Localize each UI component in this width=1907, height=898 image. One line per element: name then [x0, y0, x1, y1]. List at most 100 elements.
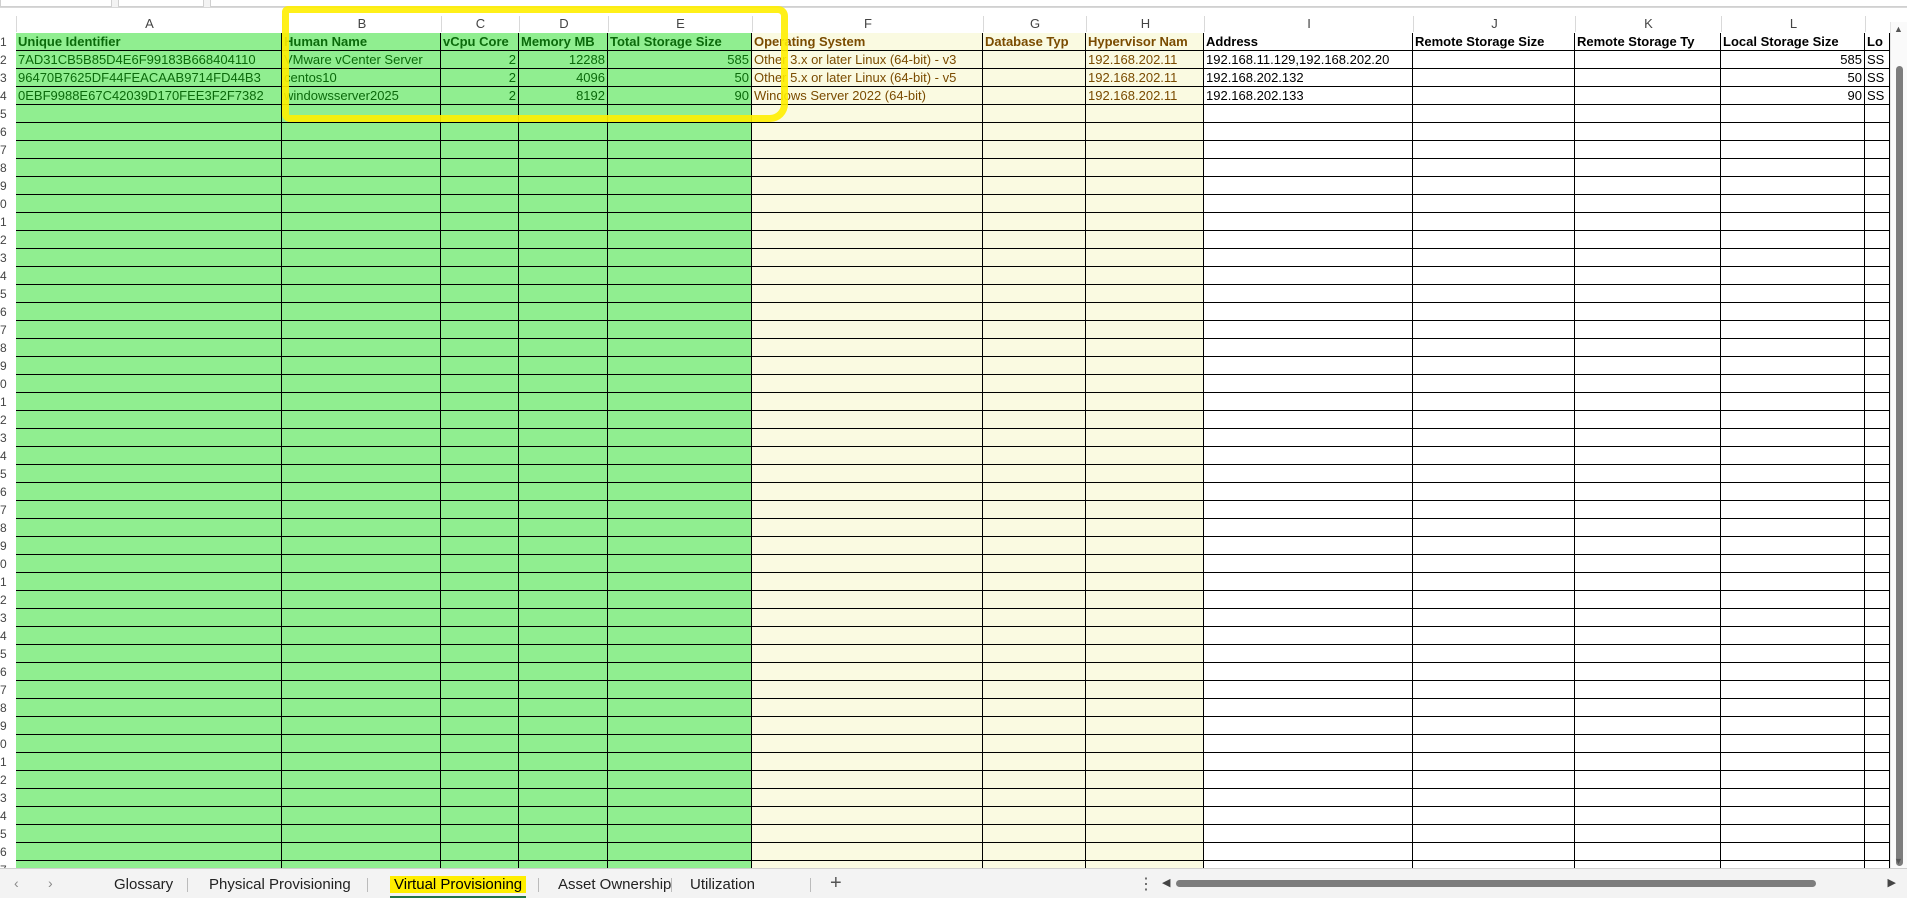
empty-cell[interactable] — [1204, 339, 1413, 357]
empty-cell[interactable] — [16, 555, 282, 573]
data-cell[interactable] — [983, 51, 1086, 69]
empty-cell[interactable] — [608, 429, 752, 447]
empty-cell[interactable] — [282, 177, 441, 195]
row-header[interactable]: 8 — [0, 159, 16, 177]
empty-cell[interactable] — [983, 177, 1086, 195]
empty-cell[interactable] — [1086, 213, 1204, 231]
row-header[interactable]: 2 — [0, 771, 16, 789]
empty-cell[interactable] — [1204, 177, 1413, 195]
empty-cell[interactable] — [1086, 645, 1204, 663]
empty-cell[interactable] — [16, 771, 282, 789]
row-header[interactable]: 8 — [0, 699, 16, 717]
column-header-g[interactable]: G — [983, 16, 1086, 32]
empty-cell[interactable] — [16, 843, 282, 861]
empty-cell[interactable] — [1086, 501, 1204, 519]
vertical-scrollbar[interactable]: ▲ ▼ — [1890, 22, 1907, 868]
empty-cell[interactable] — [1865, 393, 1890, 411]
empty-cell[interactable] — [1575, 753, 1721, 771]
empty-cell[interactable] — [441, 285, 519, 303]
empty-cell[interactable] — [282, 519, 441, 537]
empty-cell[interactable] — [983, 825, 1086, 843]
sheet-tab-utilization[interactable]: Utilization — [690, 876, 755, 893]
empty-cell[interactable] — [1865, 771, 1890, 789]
row-header[interactable]: 2 — [0, 231, 16, 249]
empty-cell[interactable] — [752, 159, 983, 177]
empty-cell[interactable] — [1575, 609, 1721, 627]
data-cell[interactable]: 192.168.202.11 — [1086, 51, 1204, 69]
data-cell[interactable]: 96470B7625DF44FEACAAB9714FD44B3 — [16, 69, 282, 87]
empty-cell[interactable] — [608, 555, 752, 573]
empty-cell[interactable] — [519, 303, 608, 321]
empty-cell[interactable] — [1204, 519, 1413, 537]
data-cell[interactable]: centos10 — [282, 69, 441, 87]
empty-cell[interactable] — [519, 519, 608, 537]
empty-cell[interactable] — [441, 717, 519, 735]
empty-cell[interactable] — [608, 753, 752, 771]
empty-cell[interactable] — [1721, 843, 1865, 861]
empty-cell[interactable] — [1721, 717, 1865, 735]
empty-cell[interactable] — [282, 771, 441, 789]
empty-cell[interactable] — [983, 843, 1086, 861]
row-header[interactable]: 7 — [0, 141, 16, 159]
empty-cell[interactable] — [16, 591, 282, 609]
empty-cell[interactable] — [282, 663, 441, 681]
empty-cell[interactable] — [519, 627, 608, 645]
empty-cell[interactable] — [1413, 411, 1575, 429]
sheet-tab-physical-provisioning[interactable]: Physical Provisioning — [209, 876, 351, 893]
empty-cell[interactable] — [1204, 735, 1413, 753]
empty-cell[interactable] — [1865, 141, 1890, 159]
empty-cell[interactable] — [1865, 609, 1890, 627]
empty-cell[interactable] — [1575, 591, 1721, 609]
empty-cell[interactable] — [1865, 483, 1890, 501]
empty-cell[interactable] — [1865, 501, 1890, 519]
empty-cell[interactable] — [608, 321, 752, 339]
empty-cell[interactable] — [1413, 321, 1575, 339]
empty-cell[interactable] — [1575, 141, 1721, 159]
empty-cell[interactable] — [1721, 627, 1865, 645]
empty-cell[interactable] — [441, 249, 519, 267]
empty-cell[interactable] — [752, 465, 983, 483]
empty-cell[interactable] — [983, 537, 1086, 555]
empty-cell[interactable] — [1575, 645, 1721, 663]
empty-cell[interactable] — [519, 753, 608, 771]
empty-cell[interactable] — [16, 609, 282, 627]
empty-cell[interactable] — [983, 195, 1086, 213]
empty-cell[interactable] — [983, 465, 1086, 483]
empty-cell[interactable] — [282, 861, 441, 868]
empty-cell[interactable] — [752, 303, 983, 321]
scroll-down-icon[interactable]: ▼ — [1894, 856, 1903, 866]
sheet-tab-virtual-provisioning[interactable]: Virtual Provisioning — [390, 876, 527, 898]
empty-cell[interactable] — [1086, 393, 1204, 411]
empty-cell[interactable] — [1575, 843, 1721, 861]
empty-cell[interactable] — [1575, 249, 1721, 267]
empty-cell[interactable] — [441, 105, 519, 123]
empty-cell[interactable] — [752, 195, 983, 213]
empty-cell[interactable] — [16, 429, 282, 447]
empty-cell[interactable] — [1413, 465, 1575, 483]
empty-cell[interactable] — [16, 213, 282, 231]
empty-cell[interactable] — [519, 411, 608, 429]
data-cell[interactable] — [1413, 51, 1575, 69]
empty-cell[interactable] — [441, 627, 519, 645]
empty-cell[interactable] — [1204, 411, 1413, 429]
empty-cell[interactable] — [752, 735, 983, 753]
row-header[interactable]: 9 — [0, 357, 16, 375]
empty-cell[interactable] — [1413, 591, 1575, 609]
empty-cell[interactable] — [16, 627, 282, 645]
scroll-left-icon[interactable]: ◀ — [1162, 876, 1170, 889]
empty-cell[interactable] — [983, 591, 1086, 609]
data-cell[interactable]: 12288 — [519, 51, 608, 69]
empty-cell[interactable] — [1575, 465, 1721, 483]
row-header[interactable]: 1 — [0, 33, 16, 51]
empty-cell[interactable] — [983, 159, 1086, 177]
empty-cell[interactable] — [1086, 231, 1204, 249]
empty-cell[interactable] — [608, 231, 752, 249]
empty-cell[interactable] — [1086, 159, 1204, 177]
empty-cell[interactable] — [519, 195, 608, 213]
empty-cell[interactable] — [1086, 627, 1204, 645]
data-cell[interactable]: 585 — [1721, 51, 1865, 69]
empty-cell[interactable] — [1413, 177, 1575, 195]
empty-cell[interactable] — [608, 267, 752, 285]
horizontal-scrollbar[interactable]: ◀ ▶ — [1160, 877, 1898, 890]
empty-cell[interactable] — [16, 105, 282, 123]
